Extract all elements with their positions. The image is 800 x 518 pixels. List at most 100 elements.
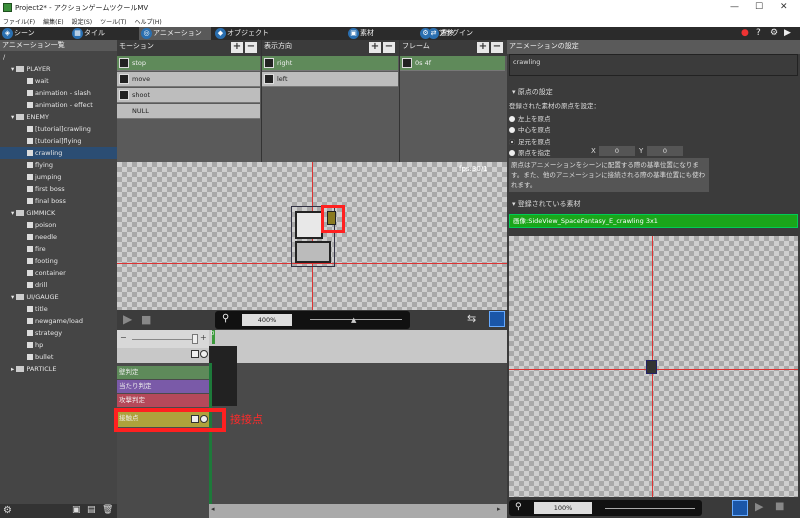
tree-item[interactable]: footing	[0, 255, 117, 267]
add-item-icon[interactable]: ▤	[87, 505, 96, 515]
tree-folder[interactable]: ▸ PARTICLE	[0, 363, 117, 375]
tree-item[interactable]: animation - effect	[0, 99, 117, 111]
registered-resource-item[interactable]: 画像:SideView_SpaceFantasy_E_crawling 3x1	[509, 214, 798, 228]
tree-item[interactable]: jumping	[0, 171, 117, 183]
tree-item[interactable]: container	[0, 267, 117, 279]
track-attack[interactable]: 攻撃判定	[117, 394, 209, 407]
motion-item[interactable]: shoot	[117, 88, 260, 103]
tree-item[interactable]: flying	[0, 159, 117, 171]
tree-item[interactable]: bullet	[0, 351, 117, 363]
lock-icon[interactable]	[191, 350, 199, 358]
direction-add-button[interactable]: +	[369, 42, 381, 53]
motion-add-button[interactable]: +	[231, 42, 243, 53]
origin-option-custom[interactable]: 原点を指定	[509, 147, 551, 157]
frame-item[interactable]: 0s 4f	[400, 56, 505, 71]
timeline-scrollbar[interactable]: ◂ ▸	[209, 504, 507, 518]
preview-canvas[interactable]: fps:30/1	[117, 162, 507, 310]
trash-icon[interactable]: 🗑	[102, 505, 113, 515]
close-button[interactable]: ✕	[780, 2, 788, 12]
menu-tools[interactable]: ツール(T)	[97, 16, 131, 26]
contact-point-marker[interactable]	[327, 211, 336, 225]
tree-item[interactable]: final boss	[0, 195, 117, 207]
tree-item[interactable]: crawling	[0, 147, 117, 159]
registered-section-header[interactable]: ▾ 登録されている素材	[507, 198, 800, 210]
stop-button[interactable]: ■	[141, 313, 151, 326]
origin-y-input[interactable]: 0	[647, 146, 683, 156]
tree-item[interactable]: animation - slash	[0, 87, 117, 99]
origin-x-input[interactable]: 0	[599, 146, 635, 156]
tree-item[interactable]: fire	[0, 243, 117, 255]
tree-folder[interactable]: ▾ UI/GAUGE	[0, 291, 117, 303]
tab-scene[interactable]: ◈ シーン	[0, 27, 66, 40]
origin-option-top-left[interactable]: 左上を原点	[509, 113, 551, 123]
track-wall[interactable]: 壁判定	[117, 366, 209, 379]
tree-item[interactable]: hp	[0, 339, 117, 351]
tree-item[interactable]: /	[0, 51, 117, 63]
direction-item[interactable]: left	[262, 72, 398, 87]
motion-item[interactable]: move	[117, 72, 260, 87]
animation-name-field[interactable]: crawling	[509, 54, 798, 76]
resource-zoom-input[interactable]: 100%	[534, 502, 592, 514]
play-button[interactable]: ▶	[123, 312, 132, 326]
maximize-button[interactable]: ☐	[755, 2, 763, 12]
menu-help[interactable]: ヘルプ(H)	[131, 16, 166, 26]
gear-icon[interactable]: ⚙	[770, 28, 778, 38]
eye-icon[interactable]	[200, 350, 208, 358]
scroll-right-icon[interactable]: ▸	[497, 505, 501, 513]
origin-section-header[interactable]: ▾ 原点の設定	[507, 86, 800, 98]
tree-folder[interactable]: ▾ PLAYER	[0, 63, 117, 75]
tree-item[interactable]: title	[0, 303, 117, 315]
zoom-out-icon[interactable]: −	[120, 333, 127, 342]
resource-play-button[interactable]: ▶	[755, 500, 763, 513]
motion-item[interactable]: NULL	[117, 104, 260, 119]
tree-item[interactable]: wait	[0, 75, 117, 87]
timeline-zoom-handle[interactable]	[192, 334, 198, 344]
timeline-zoom-slider[interactable]	[132, 339, 192, 340]
frame-add-button[interactable]: +	[477, 42, 489, 53]
scroll-left-icon[interactable]: ◂	[211, 505, 215, 513]
add-folder-icon[interactable]: ▣	[72, 505, 81, 515]
menu-edit[interactable]: 編集(E)	[40, 16, 68, 26]
zoom-in-icon[interactable]: +	[200, 333, 207, 342]
playhead[interactable]	[209, 363, 212, 518]
resource-zoom-slider[interactable]	[605, 508, 695, 509]
track-hitbox[interactable]: 当たり判定	[117, 380, 209, 393]
tree-item[interactable]: poison	[0, 219, 117, 231]
tree-item[interactable]: newgame/load	[0, 315, 117, 327]
zoom-input[interactable]: 400%	[242, 314, 292, 326]
grid-icon[interactable]	[489, 311, 505, 327]
record-icon[interactable]: ●	[741, 28, 749, 38]
menu-file[interactable]: ファイル(F)	[0, 16, 40, 26]
tree-item[interactable]: [tutorial]crawling	[0, 123, 117, 135]
motion-remove-button[interactable]: −	[245, 42, 257, 53]
keyframe-grid[interactable]	[209, 346, 237, 406]
tab-object[interactable]: ◆ オブジェクト	[213, 27, 283, 40]
resource-preview[interactable]	[509, 236, 798, 497]
direction-remove-button[interactable]: −	[383, 42, 395, 53]
tree-item[interactable]: needle	[0, 231, 117, 243]
tab-tile[interactable]: ▦ タイル	[70, 27, 136, 40]
frame-remove-button[interactable]: −	[491, 42, 503, 53]
resource-grid-icon[interactable]	[732, 500, 748, 516]
direction-item[interactable]: right	[262, 56, 398, 71]
settings-icon[interactable]: ⚙	[3, 505, 12, 516]
tab-plugin[interactable]: ⚙ プラグイン	[416, 27, 482, 40]
tree-folder[interactable]: ▾ ENEMY	[0, 111, 117, 123]
tree-item[interactable]: drill	[0, 279, 117, 291]
resource-stop-button[interactable]: ■	[775, 501, 784, 512]
menu-settings[interactable]: 設定(S)	[69, 16, 98, 26]
zoom-slider-handle[interactable]: ▲	[351, 316, 356, 324]
tab-resource[interactable]: ▣ 素材	[346, 27, 412, 40]
tree-folder[interactable]: ▾ GIMMICK	[0, 207, 117, 219]
motion-item[interactable]: stop	[117, 56, 260, 71]
tab-animation[interactable]: ◎ アニメーション	[139, 27, 211, 40]
tree-item[interactable]: first boss	[0, 183, 117, 195]
origin-option-center[interactable]: 中心を原点	[509, 124, 551, 134]
eye-icon[interactable]: ⇆	[467, 312, 476, 325]
tree-item[interactable]: [tutorial]flying	[0, 135, 117, 147]
play-icon[interactable]: ▶	[784, 28, 791, 38]
minimize-button[interactable]: —	[730, 2, 739, 12]
origin-option-feet[interactable]: 足元を原点	[509, 136, 551, 146]
tree-item[interactable]: strategy	[0, 327, 117, 339]
help-icon[interactable]: ?	[756, 28, 761, 38]
